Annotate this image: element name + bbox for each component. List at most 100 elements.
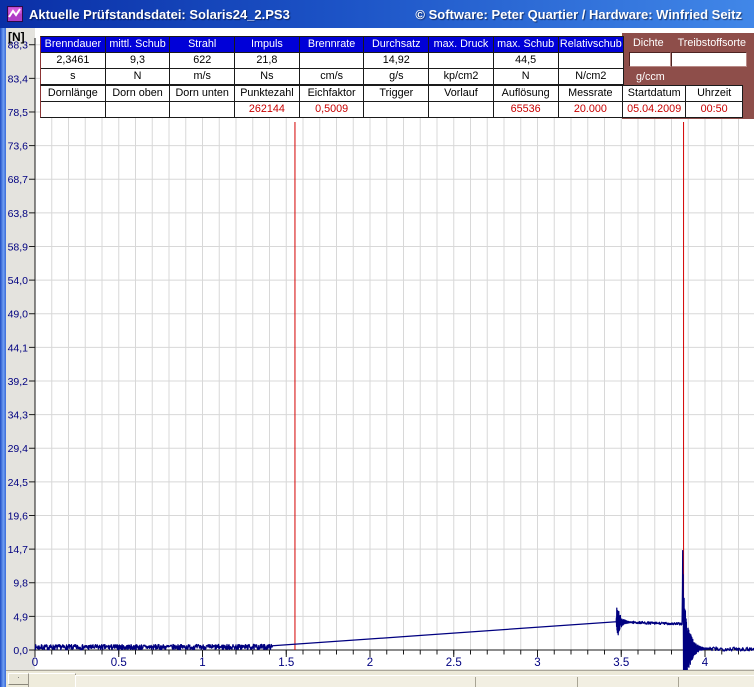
results-header-cell: max. Schub	[494, 37, 559, 53]
bottom-panel-divider	[475, 677, 476, 687]
results-unit-cell: N	[494, 69, 559, 84]
x-tick-label: 1	[199, 657, 205, 669]
results-unit-cell: N/cm2	[559, 69, 624, 84]
results-header-cell: mittl. Schub	[106, 37, 171, 53]
settings-value-cell	[170, 102, 235, 117]
density-unit-label: g/ccm	[636, 71, 665, 83]
settings-value-cell	[41, 102, 106, 117]
fuel-type-label: Treibstoffsorte	[678, 37, 746, 49]
fuel-panel-headers: Dichte Treibstoffsorte	[622, 37, 754, 49]
y-axis-unit-label: [N]	[8, 30, 25, 44]
settings-table: DornlängeDorn obenDorn untenPunktezahlEi…	[40, 85, 743, 118]
results-value-cell: 622	[170, 53, 235, 69]
y-tick-label: 34,3	[8, 410, 29, 422]
y-tick-label: 24,5	[8, 477, 29, 489]
y-tick-label: 63,8	[8, 208, 29, 220]
y-tick-label: 14,7	[8, 544, 29, 556]
settings-value-cell: 05.04.2009	[623, 102, 686, 117]
results-header-cell: Impuls	[235, 37, 300, 53]
thrust-chart: 0,04,99,814,719,624,529,434,339,244,149,…	[0, 28, 754, 687]
settings-header-cell: Punktezahl	[235, 86, 300, 102]
settings-header-cell: Dorn unten	[170, 86, 235, 102]
results-value-cell: 14,92	[364, 53, 429, 69]
results-unit-cell: cm/s	[300, 69, 365, 84]
y-tick-label: 68,7	[8, 174, 29, 186]
results-unit-cell: g/s	[364, 69, 429, 84]
bottom-panel-header-strip	[75, 675, 754, 687]
x-tick-label: 1.5	[278, 657, 294, 669]
results-header-cell: Durchsatz	[364, 37, 429, 53]
settings-value-cell: 00:50	[686, 102, 742, 117]
y-tick-label: 49,0	[8, 309, 29, 321]
y-tick-label: 9,8	[13, 578, 28, 590]
results-header-cell: Brennrate	[300, 37, 365, 53]
results-unit-cell: m/s	[170, 69, 235, 84]
results-value-cell: 9,3	[106, 53, 171, 69]
density-label: Dichte	[633, 37, 664, 49]
y-tick-label: 0,0	[13, 645, 28, 657]
settings-header-cell: Dorn oben	[106, 86, 171, 102]
results-header-cell: max. Druck	[429, 37, 494, 53]
x-tick-label: 0	[32, 657, 38, 669]
density-input[interactable]	[629, 52, 671, 67]
results-value-cell: 21,8	[235, 53, 300, 69]
results-unit-cell: N	[106, 69, 171, 84]
results-header-cell: Brenndauer	[41, 37, 106, 53]
bottom-panel-divider	[577, 677, 578, 687]
bottom-panel-tab[interactable]	[28, 673, 76, 687]
bottom-panel-divider	[678, 677, 679, 687]
results-value-cell: 44,5	[494, 53, 559, 69]
plot-background	[35, 28, 754, 669]
bottom-panel: ·	[5, 670, 754, 687]
settings-header-cell: Vorlauf	[429, 86, 494, 102]
x-tick-label: 2	[367, 657, 373, 669]
x-tick-label: 3	[534, 657, 540, 669]
y-tick-label: 83,4	[8, 73, 29, 85]
y-tick-label: 39,2	[8, 376, 29, 388]
y-tick-label: 78,5	[8, 107, 29, 119]
results-table: Brenndauermittl. SchubStrahlImpulsBrennr…	[40, 36, 624, 85]
settings-value-cell	[429, 102, 494, 117]
y-tick-label: 4,9	[13, 611, 28, 623]
window-title: Aktuelle Prüfstandsdatei: Solaris24_2.PS…	[29, 7, 290, 22]
x-tick-label: 4	[702, 657, 709, 669]
settings-header-cell: Eichfaktor	[300, 86, 365, 102]
y-tick-label: 58,9	[8, 241, 29, 253]
settings-header-cell: Uhrzeit	[686, 86, 742, 102]
settings-header-cell: Trigger	[364, 86, 429, 102]
results-value-cell	[300, 53, 365, 69]
app-icon	[7, 6, 23, 22]
bottom-panel-button[interactable]: ·	[8, 673, 29, 685]
results-unit-cell: kp/cm2	[429, 69, 494, 84]
results-header-cell: Strahl	[170, 37, 235, 53]
settings-header-cell: Dornlänge	[41, 86, 106, 102]
results-value-cell: 2,3461	[41, 53, 106, 69]
settings-value-cell	[364, 102, 429, 117]
x-tick-label: 3.5	[613, 657, 629, 669]
settings-value-cell	[106, 102, 171, 117]
results-unit-cell: s	[41, 69, 106, 84]
settings-header-cell: Startdatum	[623, 86, 686, 102]
window-credit: © Software: Peter Quartier / Hardware: W…	[415, 7, 742, 22]
title-bar: Aktuelle Prüfstandsdatei: Solaris24_2.PS…	[0, 0, 754, 28]
y-tick-label: 44,1	[8, 342, 29, 354]
settings-header-cell: Auflösung	[494, 86, 559, 102]
settings-value-cell: 262144	[235, 102, 300, 117]
y-tick-label: 54,0	[8, 275, 29, 287]
y-tick-label: 19,6	[8, 510, 29, 522]
results-header-cell: Relativschub	[559, 37, 624, 53]
fuel-type-input[interactable]	[671, 52, 747, 67]
settings-value-cell: 0,5009	[300, 102, 365, 117]
settings-value-cell: 65536	[494, 102, 559, 117]
results-unit-cell: Ns	[235, 69, 300, 84]
window-left-border	[0, 28, 6, 687]
app-window: Aktuelle Prüfstandsdatei: Solaris24_2.PS…	[0, 0, 754, 687]
results-value-cell	[559, 53, 624, 69]
settings-value-cell: 20.000	[559, 102, 624, 117]
results-value-cell	[429, 53, 494, 69]
settings-header-cell: Messrate	[559, 86, 624, 102]
x-tick-label: 0.5	[111, 657, 127, 669]
x-tick-label: 2.5	[446, 657, 462, 669]
y-tick-label: 73,6	[8, 141, 29, 153]
y-tick-label: 29,4	[8, 443, 29, 455]
